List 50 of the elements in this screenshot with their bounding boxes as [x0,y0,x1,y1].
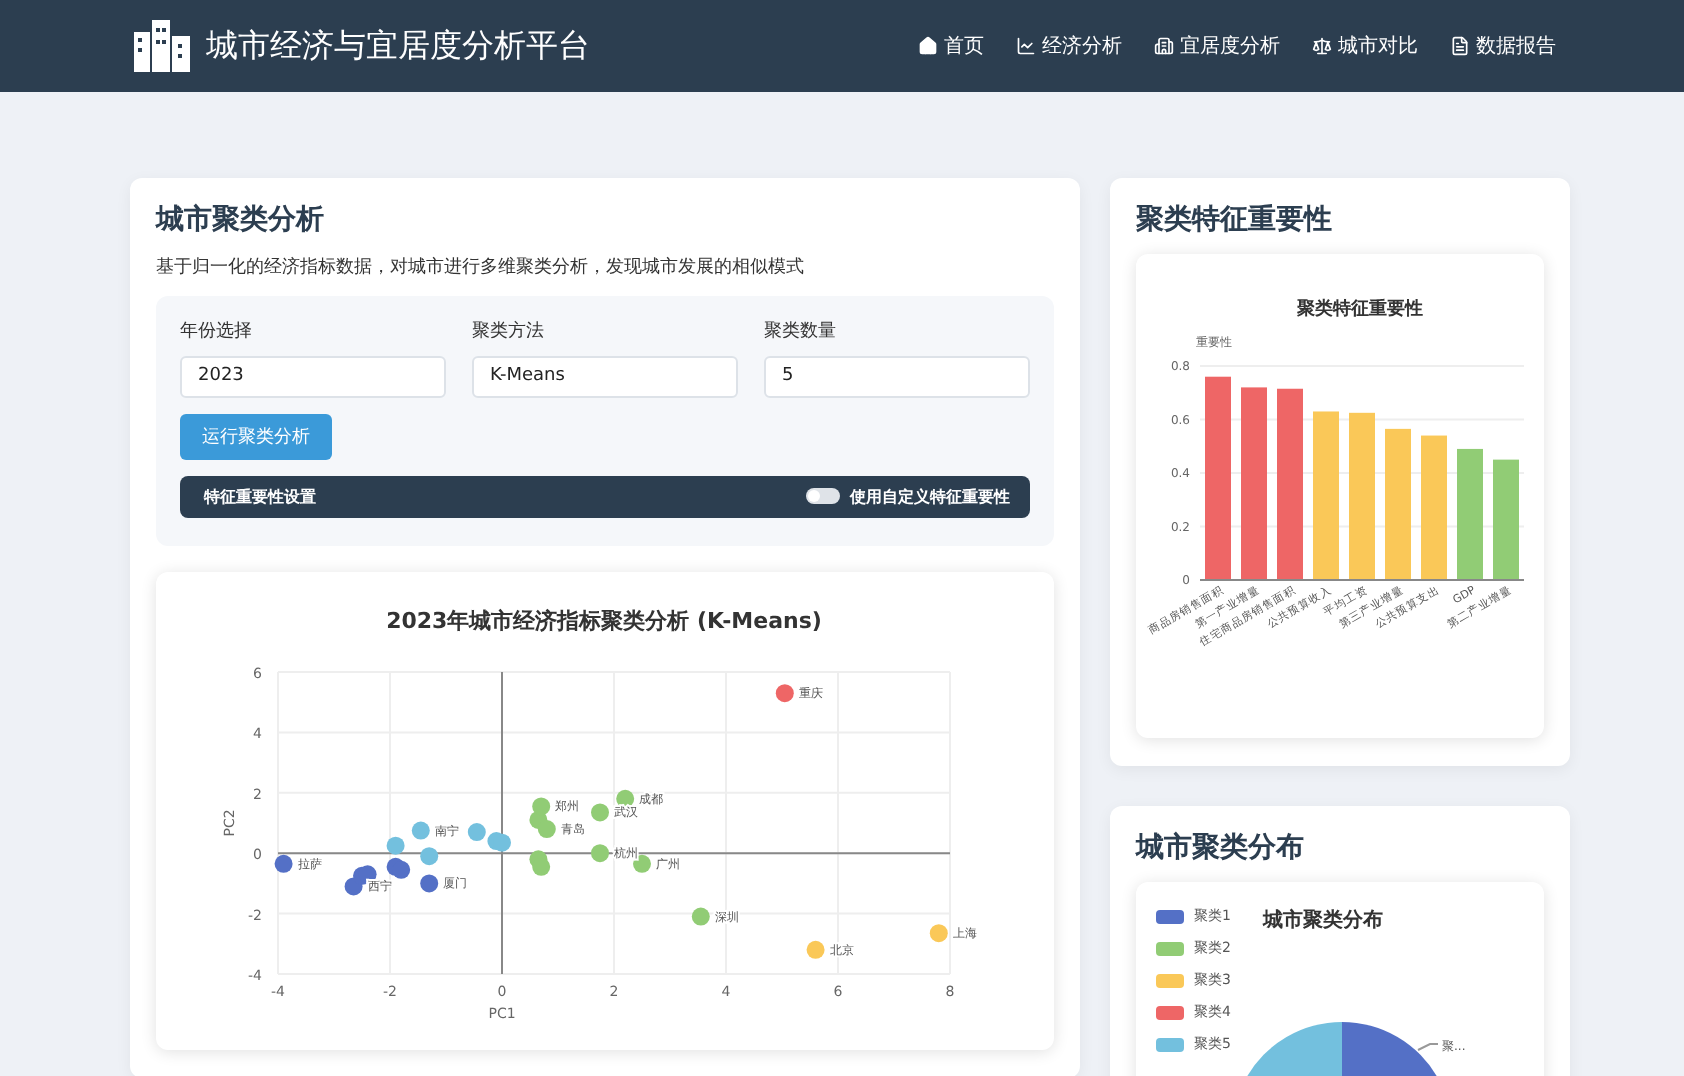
chart-title: 聚类特征重要性 [1297,300,1423,320]
data-point [493,832,511,851]
data-point [691,906,710,925]
document-icon [1450,36,1470,56]
data-point [411,820,430,839]
line-chart-icon [1016,36,1036,56]
field-label: 年份选择 [180,319,254,344]
settings-title: 特征重要性设置 [204,485,316,507]
data-point [467,822,486,841]
nav-link[interactable]: 经济分析 [1016,32,1122,60]
chart-title: 2023年城市经济指标聚类分析 (K-Means) [386,607,822,633]
data-point [358,864,377,883]
data-point [591,843,609,862]
data-point [775,683,794,702]
input-field[interactable]: K-Means [472,355,738,397]
data-point [537,819,556,838]
nav-link[interactable]: 首页 [918,32,984,60]
chart-title: 城市聚类分布 [1262,906,1385,934]
nav-link[interactable]: 宜居度分析 [1154,32,1280,60]
bar [1493,459,1519,580]
input-field[interactable]: 2023 [180,355,446,397]
home-icon [918,36,938,56]
data-point [386,835,405,854]
balance-scale-icon [1312,36,1332,56]
city-buildings-icon [130,20,194,72]
data-point [591,802,609,821]
toggle-switch[interactable] [806,488,840,504]
field-label: 聚类数量 [764,319,838,344]
data-point [806,939,825,958]
toggle-label: 使用自定义特征重要性 [850,485,1010,507]
nav-link[interactable]: 城市对比 [1312,32,1418,60]
section-title: 城市聚类分析 [156,202,326,238]
data-point [532,796,551,815]
section-title: 城市聚类分布 [1136,830,1306,866]
data-point [420,846,439,865]
data-point [420,873,439,892]
section-title: 聚类特征重要性 [1136,202,1334,238]
app-title: 城市经济与宜居度分析平台 [206,25,590,67]
data-point [929,923,948,942]
nav-link[interactable]: 数据报告 [1450,32,1556,60]
field-label: 聚类方法 [472,319,546,344]
input-field[interactable]: 5 [764,355,1030,397]
data-point [392,859,411,878]
building-icon [1154,36,1174,56]
data-point [274,853,293,872]
data-point [616,788,635,807]
data-point [633,853,651,872]
data-point [532,856,551,875]
bar [1457,448,1483,580]
section-description: 基于归一化的经济指标数据，对城市进行多维聚类分析，发现城市发展的相似模式 [156,255,806,280]
